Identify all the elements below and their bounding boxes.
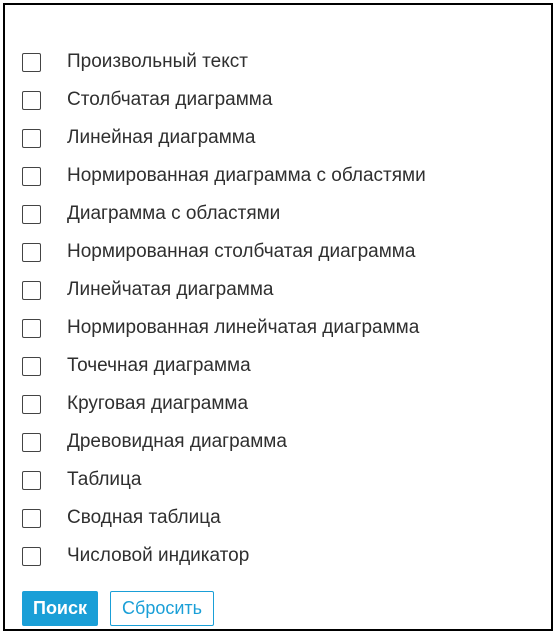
checkbox-pie-chart[interactable] xyxy=(22,394,41,414)
option-label: Произвольный текст xyxy=(67,51,248,72)
reset-button[interactable]: Сбросить xyxy=(110,591,215,626)
option-pie-chart[interactable]: Круговая диаграмма xyxy=(22,385,426,423)
checkbox-table[interactable] xyxy=(22,470,41,490)
option-scatter-chart[interactable]: Точечная диаграмма xyxy=(22,347,426,385)
option-label: Столбчатая диаграмма xyxy=(67,89,273,110)
filter-actions: Поиск Сбросить xyxy=(22,591,215,626)
checkbox-normalized-bar-chart[interactable] xyxy=(22,318,41,338)
option-label: Круговая диаграмма xyxy=(67,393,249,414)
option-numeric-indicator[interactable]: Числовой индикатор xyxy=(22,537,426,575)
option-label: Линейная диаграмма xyxy=(67,127,256,148)
checkbox-area-chart[interactable] xyxy=(22,204,41,224)
checkbox-custom-text[interactable] xyxy=(22,52,41,72)
checkbox-scatter-chart[interactable] xyxy=(22,356,41,376)
option-normalized-bar-chart[interactable]: Нормированная линейчатая диаграмма xyxy=(22,309,426,347)
option-label: Точечная диаграмма xyxy=(67,355,251,376)
option-custom-text[interactable]: Произвольный текст xyxy=(22,43,426,81)
option-pivot-table[interactable]: Сводная таблица xyxy=(22,499,426,537)
option-line-chart[interactable]: Линейная диаграмма xyxy=(22,119,426,157)
option-bar-chart[interactable]: Линейчатая диаграмма xyxy=(22,271,426,309)
checkbox-numeric-indicator[interactable] xyxy=(22,546,41,566)
checkbox-column-chart[interactable] xyxy=(22,90,41,110)
option-table[interactable]: Таблица xyxy=(22,461,426,499)
option-area-chart[interactable]: Диаграмма с областями xyxy=(22,195,426,233)
option-label: Линейчатая диаграмма xyxy=(67,279,274,300)
option-label: Нормированная столбчатая диаграмма xyxy=(67,241,416,262)
option-label: Диаграмма с областями xyxy=(67,203,281,224)
checkbox-bar-chart[interactable] xyxy=(22,280,41,300)
checkbox-normalized-column-chart[interactable] xyxy=(22,242,41,262)
option-treemap-chart[interactable]: Древовидная диаграмма xyxy=(22,423,426,461)
checkbox-treemap-chart[interactable] xyxy=(22,432,41,452)
checkbox-line-chart[interactable] xyxy=(22,128,41,148)
option-label: Сводная таблица xyxy=(67,507,221,528)
option-normalized-column-chart[interactable]: Нормированная столбчатая диаграмма xyxy=(22,233,426,271)
option-column-chart[interactable]: Столбчатая диаграмма xyxy=(22,81,426,119)
option-label: Нормированная линейчатая диаграмма xyxy=(67,317,420,338)
option-label: Числовой индикатор xyxy=(67,545,250,566)
checkbox-normalized-area-chart[interactable] xyxy=(22,166,41,186)
option-label: Древовидная диаграмма xyxy=(67,431,287,452)
option-label: Нормированная диаграмма с областями xyxy=(67,165,426,186)
option-normalized-area-chart[interactable]: Нормированная диаграмма с областями xyxy=(22,157,426,195)
search-button[interactable]: Поиск xyxy=(22,591,99,626)
chart-type-filter-panel: Произвольный текст Столбчатая диаграмма … xyxy=(3,3,553,631)
chart-type-options-list: Произвольный текст Столбчатая диаграмма … xyxy=(22,43,426,575)
option-label: Таблица xyxy=(67,469,142,490)
checkbox-pivot-table[interactable] xyxy=(22,508,41,528)
